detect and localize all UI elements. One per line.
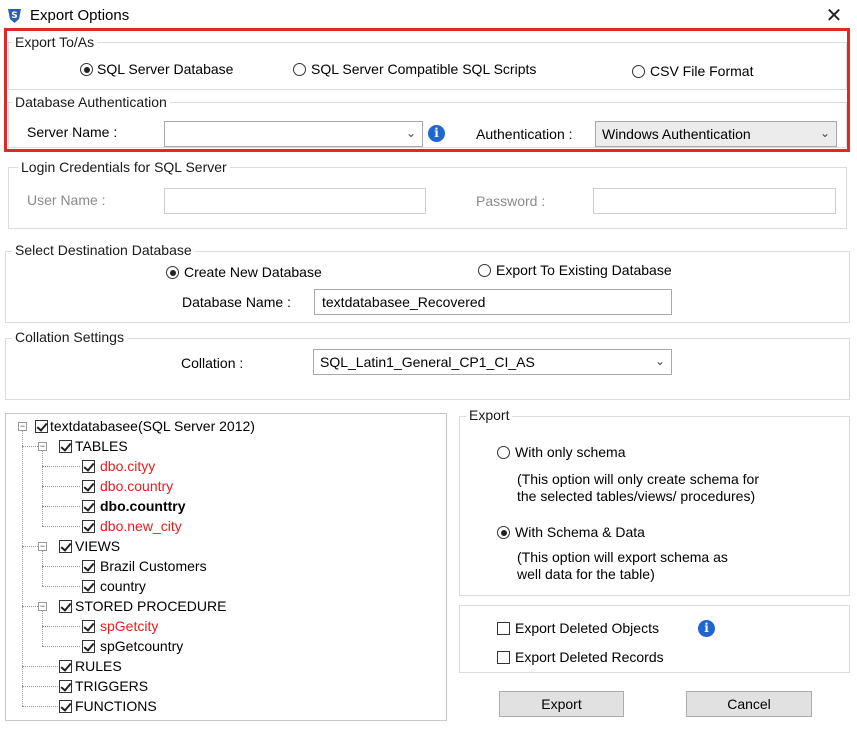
export-button[interactable]: Export xyxy=(499,691,624,717)
tree-connector xyxy=(22,431,23,706)
tree-checkbox-functions[interactable] xyxy=(59,700,72,713)
tree-item-root[interactable]: textdatabasee(SQL Server 2012) xyxy=(50,418,255,434)
radio-schema-only[interactable] xyxy=(497,446,510,459)
database-name-input[interactable]: textdatabasee_Recovered xyxy=(314,289,672,315)
schema-data-desc-2: well data for the table) xyxy=(517,566,655,582)
tree-item-table[interactable]: dbo.counttry xyxy=(100,498,186,514)
tree-item-rules[interactable]: RULES xyxy=(75,658,122,674)
tree-connector xyxy=(42,646,80,647)
destination-legend: Select Destination Database xyxy=(12,242,195,258)
schema-data-desc-1: (This option will export schema as xyxy=(517,549,728,565)
collapse-icon[interactable]: − xyxy=(38,442,47,451)
export-deleted-objects-label[interactable]: Export Deleted Objects xyxy=(515,620,659,636)
tree-item-table-deleted[interactable]: dbo.new_city xyxy=(100,518,182,534)
tree-checkbox-root[interactable] xyxy=(35,420,48,433)
tree-checkbox-proc[interactable] xyxy=(82,640,95,653)
window-title: Export Options xyxy=(30,7,130,24)
tree-connector xyxy=(42,486,80,487)
cancel-button[interactable]: Cancel xyxy=(686,691,812,717)
tree-checkbox-table[interactable] xyxy=(82,520,95,533)
info-icon[interactable]: i xyxy=(698,620,715,637)
collapse-icon[interactable]: − xyxy=(38,542,47,551)
tree-item-proc-deleted[interactable]: spGetcity xyxy=(100,618,158,634)
tree-checkbox-tables[interactable] xyxy=(59,440,72,453)
collapse-icon[interactable]: − xyxy=(18,422,27,431)
tree-connector xyxy=(42,626,80,627)
highlight-box xyxy=(4,28,850,152)
tree-checkbox-view[interactable] xyxy=(82,560,95,573)
tree-connector xyxy=(42,506,80,507)
tree-checkbox-views[interactable] xyxy=(59,540,72,553)
svg-text:S: S xyxy=(11,11,17,21)
tree-connector xyxy=(42,466,80,467)
tree-item-table-deleted[interactable]: dbo.country xyxy=(100,478,173,494)
database-name-label: Database Name : xyxy=(182,294,291,310)
password-label: Password : xyxy=(476,193,546,209)
export-deleted-records-label[interactable]: Export Deleted Records xyxy=(515,649,664,665)
tree-item-functions[interactable]: FUNCTIONS xyxy=(75,698,157,714)
schema-only-desc-1: (This option will only create schema for xyxy=(517,471,759,487)
tree-checkbox-rules[interactable] xyxy=(59,660,72,673)
tree-item-proc[interactable]: spGetcountry xyxy=(100,638,183,654)
tree-item-procs[interactable]: STORED PROCEDURE xyxy=(75,598,226,614)
collation-value: SQL_Latin1_General_CP1_CI_AS xyxy=(320,354,535,370)
collation-legend: Collation Settings xyxy=(12,329,127,345)
tree-item-table-deleted[interactable]: dbo.cityy xyxy=(100,458,155,474)
collation-select[interactable]: SQL_Latin1_General_CP1_CI_AS ⌄ xyxy=(313,349,672,375)
tree-item-triggers[interactable]: TRIGGERS xyxy=(75,678,148,694)
tree-connector xyxy=(42,566,80,567)
chevron-down-icon: ⌄ xyxy=(654,354,665,368)
tree-connector xyxy=(22,686,60,687)
tree-connector xyxy=(42,551,43,586)
tree-checkbox-triggers[interactable] xyxy=(59,680,72,693)
tree-checkbox-table[interactable] xyxy=(82,500,95,513)
collapse-icon[interactable]: − xyxy=(38,602,47,611)
tree-checkbox-proc[interactable] xyxy=(82,620,95,633)
password-input[interactable] xyxy=(593,188,836,214)
radio-export-existing-database-label[interactable]: Export To Existing Database xyxy=(496,262,672,278)
schema-only-desc-2: the selected tables/views/ procedures) xyxy=(517,488,756,504)
tree-checkbox-view[interactable] xyxy=(82,580,95,593)
radio-create-new-database[interactable] xyxy=(166,266,179,279)
export-legend: Export xyxy=(466,407,513,423)
radio-schema-and-data[interactable] xyxy=(497,526,510,539)
login-legend: Login Credentials for SQL Server xyxy=(18,159,230,175)
radio-export-existing-database[interactable] xyxy=(478,264,491,277)
radio-schema-and-data-label[interactable]: With Schema & Data xyxy=(515,524,645,540)
tree-connector xyxy=(42,451,43,526)
app-logo-icon: S xyxy=(8,9,21,23)
tree-item-views[interactable]: VIEWS xyxy=(75,538,120,554)
user-name-input[interactable] xyxy=(164,188,426,214)
tree-connector xyxy=(42,611,43,646)
collation-label: Collation : xyxy=(181,355,244,371)
tree-checkbox-procs[interactable] xyxy=(59,600,72,613)
tree-checkbox-table[interactable] xyxy=(82,460,95,473)
export-deleted-records-checkbox[interactable] xyxy=(497,651,510,664)
tree-connector xyxy=(22,666,60,667)
user-name-label: User Name : xyxy=(27,192,106,208)
object-tree: − textdatabasee(SQL Server 2012) − TABLE… xyxy=(5,413,447,721)
tree-connector xyxy=(42,586,80,587)
radio-schema-only-label[interactable]: With only schema xyxy=(515,444,625,460)
tree-connector xyxy=(42,526,80,527)
tree-connector xyxy=(22,706,60,707)
tree-item-view[interactable]: Brazil Customers xyxy=(100,558,207,574)
close-icon[interactable]: ✕ xyxy=(822,4,846,28)
export-deleted-objects-checkbox[interactable] xyxy=(497,622,510,635)
radio-create-new-database-label[interactable]: Create New Database xyxy=(184,264,322,280)
tree-checkbox-table[interactable] xyxy=(82,480,95,493)
tree-item-tables[interactable]: TABLES xyxy=(75,438,128,454)
tree-item-view[interactable]: country xyxy=(100,578,146,594)
